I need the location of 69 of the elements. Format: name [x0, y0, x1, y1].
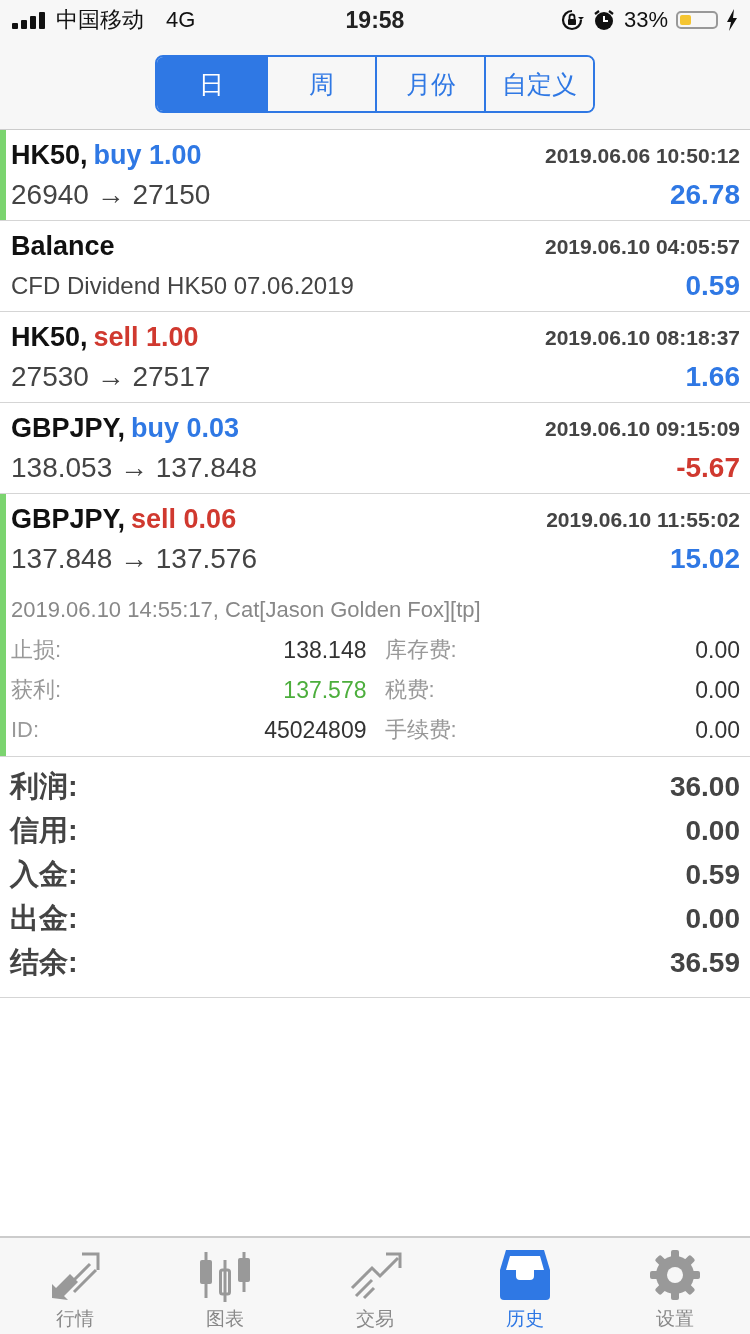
deal-time: 2019.06.10 09:15:09 — [545, 416, 740, 441]
summary-value: 0.00 — [685, 903, 740, 935]
carrier-name: 中国移动 — [56, 6, 144, 34]
clock-time: 19:58 — [345, 6, 405, 34]
summary-label: 信用: — [10, 813, 78, 848]
field-value: 0.00 — [695, 636, 740, 664]
symbol-label: HK50, — [11, 140, 88, 170]
nav-tab[interactable]: 图表 — [150, 1238, 300, 1334]
summary-value: 36.59 — [669, 947, 740, 979]
trade-side: buy 1.00 — [93, 140, 202, 170]
summary-label: 出金: — [10, 901, 78, 936]
symbol-label: HK50, — [11, 322, 88, 352]
symbol-label: GBPJPY, — [11, 413, 126, 443]
deal-row[interactable]: GBPJPY, sell 0.06 2019.06.10 11:55:02 137.848 → 137.576 15.02 2019.06.10 14:55:17, Cat[Jason Golden Fox][tp] 止损: 138.148 库存费: 0.00 获利: 137.578 税费: 0.00 ID: 45024809 手续费: 0.00 — [0, 494, 750, 757]
summary-value: 0.59 — [685, 859, 740, 891]
deal-row[interactable]: Balance 2019.06.10 04:05:57 CFD Dividend HK50 07.06.2019 0.59 — [0, 221, 750, 312]
charging-icon — [726, 9, 738, 31]
deal-row[interactable]: HK50, sell 1.00 2019.06.10 08:18:37 27530 → 27517 1.66 — [0, 312, 750, 403]
deal-time: 2019.06.10 08:18:37 — [545, 325, 740, 350]
deal-time: 2019.06.10 11:55:02 — [546, 507, 740, 532]
order-comment: 2019.06.10 14:55:17, Cat[Jason Golden Fox][tp] — [11, 596, 482, 624]
battery-icon — [676, 11, 718, 29]
field-label: 止损: — [11, 636, 62, 664]
nav-tab[interactable]: 交易 — [300, 1238, 450, 1334]
field-label: 税费: — [384, 676, 435, 704]
deal-time: 2019.06.06 10:50:12 — [545, 143, 740, 168]
trade-side: sell 0.06 — [131, 504, 237, 534]
price-range: 26940 → 27150 — [11, 178, 211, 211]
period-tab[interactable]: 自定义 — [484, 57, 593, 111]
deal-row[interactable]: GBPJPY, buy 0.03 2019.06.10 09:15:09 138.053 → 137.848 -5.67 — [0, 403, 750, 494]
trade-side: buy 0.03 — [131, 413, 240, 443]
field-value: 0.00 — [695, 716, 740, 744]
network-type: 4G — [166, 7, 196, 33]
profit-value: 1.66 — [685, 360, 740, 393]
profit-value: 0.59 — [685, 269, 740, 302]
field-value: 137.578 — [283, 676, 367, 704]
period-tab[interactable]: 日 — [157, 57, 266, 111]
settings-icon — [648, 1248, 702, 1302]
summary-label: 入金: — [10, 857, 78, 892]
deal-comment: CFD Dividend HK50 07.06.2019 — [11, 271, 354, 300]
rotation-lock-icon — [559, 8, 584, 32]
deal-time: 2019.06.10 04:05:57 — [545, 234, 740, 259]
profit-value: 26.78 — [669, 178, 740, 211]
inbox-tray-icon — [498, 1248, 552, 1302]
symbol-label: GBPJPY, — [11, 504, 126, 534]
field-label: 获利: — [11, 676, 62, 704]
price-range: 27530 → 27517 — [11, 360, 211, 393]
summary-value: 36.00 — [669, 771, 740, 803]
field-value: 138.148 — [283, 636, 367, 664]
summary-label: 结余: — [10, 945, 78, 980]
field-label: 手续费: — [384, 716, 457, 744]
deal-row[interactable]: HK50, buy 1.00 2019.06.06 10:50:12 26940 → 27150 26.78 — [0, 130, 750, 221]
nav-tab[interactable]: 设置 — [600, 1238, 750, 1334]
battery-percent: 33% — [623, 7, 668, 33]
summary-label: 利润: — [10, 769, 78, 804]
field-value: 45024809 — [264, 716, 367, 744]
signal-icon — [12, 11, 48, 29]
field-label: ID: — [11, 717, 40, 743]
price-range: 137.848 → 137.576 — [11, 542, 257, 575]
nav-tab[interactable]: 历史 — [450, 1238, 600, 1334]
profit-value: 15.02 — [669, 542, 740, 575]
field-label: 库存费: — [384, 636, 457, 664]
nav-tab[interactable]: 行情 — [0, 1238, 150, 1334]
field-value: 0.00 — [695, 676, 740, 704]
trade-side: sell 1.00 — [93, 322, 199, 352]
summary-value: 0.00 — [685, 815, 740, 847]
symbol-label: Balance — [11, 231, 115, 261]
profit-value: -5.67 — [676, 451, 740, 484]
price-range: 138.053 → 137.848 — [11, 451, 257, 484]
